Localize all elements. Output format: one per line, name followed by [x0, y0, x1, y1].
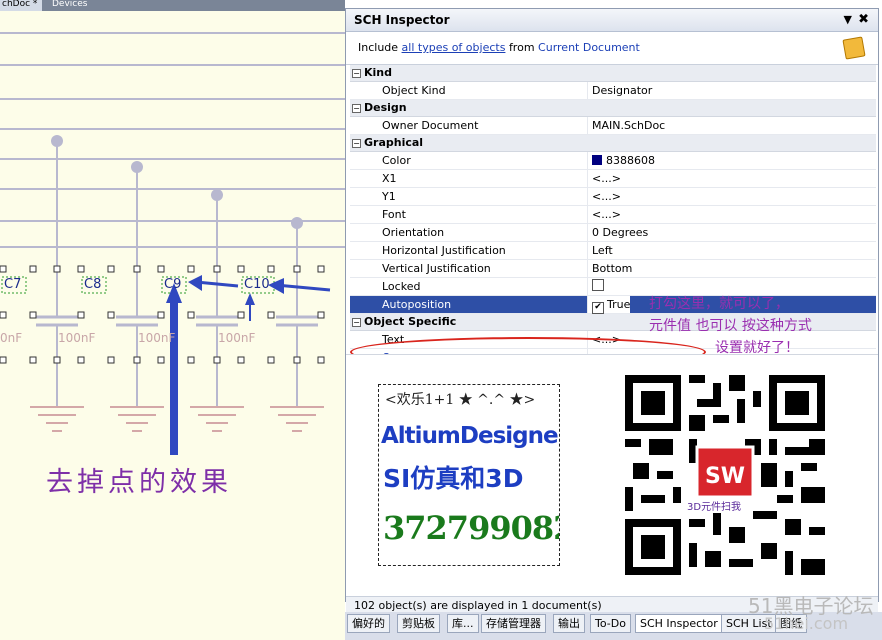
designator-c10[interactable]: C10 — [244, 277, 270, 292]
tab-output[interactable]: 输出 — [553, 614, 585, 633]
prop-name: X1 — [382, 172, 397, 185]
solidworks-logo-icon: SW — [695, 445, 755, 499]
annotation-line: 元件值 也可以 按这种方式 — [649, 318, 812, 334]
document-tab-bar: chDoc * Devices — [0, 0, 345, 11]
tab-clipboard[interactable]: 剪贴板 — [397, 614, 440, 633]
designator-c8[interactable]: C8 — [84, 277, 101, 292]
autoposition-checkbox[interactable]: ✔ — [592, 302, 604, 314]
value-c9[interactable]: 100nF — [138, 331, 175, 345]
prop-name: Horizontal Justification — [382, 244, 506, 257]
tab-devices[interactable]: Devices — [52, 0, 87, 11]
prop-value[interactable] — [587, 278, 607, 295]
prop-name: Autoposition — [382, 298, 452, 311]
prop-row-owner-document[interactable]: Owner Document MAIN.SchDoc — [350, 117, 876, 135]
prop-value[interactable]: <...> — [587, 188, 621, 205]
collapse-icon[interactable]: − — [352, 139, 361, 148]
watermark-url: 51hei.com — [764, 614, 849, 633]
prop-value[interactable]: Designator — [587, 82, 652, 99]
prop-value[interactable]: <...> — [587, 170, 621, 187]
prop-value[interactable]: <...> — [587, 206, 621, 223]
schematic-drawing — [0, 32, 345, 455]
value-c7[interactable]: 0nF — [0, 331, 22, 345]
prop-row-y1[interactable]: Y1 <...> — [350, 188, 876, 206]
category-kind[interactable]: − Kind — [350, 65, 876, 82]
include-text: Include all types of objects from Curren… — [358, 41, 640, 54]
include-filter-bar: Include all types of objects from Curren… — [346, 32, 878, 65]
prop-name: Font — [382, 208, 406, 221]
locked-checkbox[interactable] — [592, 279, 604, 291]
prop-row-vertical-justification[interactable]: Vertical Justification Bottom — [350, 260, 876, 278]
inspector-title: SCH Inspector — [354, 13, 450, 27]
annotation-line: 打勾这里，就可以了， — [649, 296, 789, 312]
prop-row-orientation[interactable]: Orientation 0 Degrees — [350, 224, 876, 242]
color-swatch[interactable] — [592, 155, 602, 165]
autoposition-value: True — [607, 298, 631, 311]
category-label: Object Specific — [364, 315, 457, 328]
scope-link[interactable]: all types of objects — [402, 41, 506, 54]
prop-name: Y1 — [382, 190, 396, 203]
property-grid: − Kind Object Kind Designator − Design Owne… — [350, 65, 876, 367]
category-design[interactable]: − Design — [350, 100, 876, 117]
prop-name: Owner Document — [382, 119, 479, 132]
status-text: 102 object(s) are displayed in 1 documen… — [354, 599, 602, 612]
collapse-icon[interactable]: − — [352, 318, 361, 327]
tab-todo[interactable]: To-Do — [590, 614, 631, 633]
promo-area: <欢乐1+1 ★ ^.^ ★> AltiumDesigner SI仿真和3D 3… — [346, 354, 878, 597]
promo-number: 372799082 — [383, 509, 560, 547]
include-label: Include — [358, 41, 399, 54]
promo-title: AltiumDesigner — [381, 423, 560, 449]
inspector-title-bar: SCH Inspector ▼ ✖ — [346, 9, 878, 32]
prop-value[interactable]: ✔ True — [587, 296, 631, 314]
category-graphical[interactable]: − Graphical — [350, 135, 876, 152]
from-label: from — [508, 41, 535, 54]
category-label: Graphical — [364, 136, 424, 149]
filter-icon[interactable] — [842, 36, 866, 60]
annotation-tip: 打勾这里，就可以了， 元件值 也可以 按这种方式 设置就好了！ — [649, 293, 812, 359]
promo-top-text: <欢乐1+1 ★ ^.^ ★> — [385, 392, 536, 408]
prop-name: Locked — [382, 280, 421, 293]
prop-name: Orientation — [382, 226, 445, 239]
color-value: 8388608 — [606, 154, 655, 167]
tab-schdoc[interactable]: chDoc * — [0, 0, 42, 11]
prop-name: Object Kind — [382, 84, 446, 97]
dropdown-arrow-icon[interactable]: ▼ — [844, 13, 852, 26]
tab-libraries[interactable]: 库... — [447, 614, 479, 633]
designator-c7[interactable]: C7 — [4, 277, 21, 292]
prop-row-object-kind[interactable]: Object Kind Designator — [350, 82, 876, 100]
value-c10[interactable]: 100nF — [218, 331, 255, 345]
prop-row-x1[interactable]: X1 <...> — [350, 170, 876, 188]
prop-row-horizontal-justification[interactable]: Horizontal Justification Left — [350, 242, 876, 260]
collapse-icon[interactable]: − — [352, 69, 361, 78]
value-c8[interactable]: 100nF — [58, 331, 95, 345]
tab-favorites[interactable]: 偏好的 — [347, 614, 390, 633]
promo-card: <欢乐1+1 ★ ^.^ ★> AltiumDesigner SI仿真和3D 3… — [378, 384, 560, 566]
qr-caption: 3D元件扫我 — [685, 498, 744, 513]
prop-row-font[interactable]: Font <...> — [350, 206, 876, 224]
tab-sch-inspector[interactable]: SCH Inspector — [635, 614, 723, 633]
prop-value[interactable]: 8388608 — [587, 152, 655, 169]
tab-storage-manager[interactable]: 存储管理器 — [481, 614, 546, 633]
prop-value[interactable]: 0 Degrees — [587, 224, 648, 241]
prop-name: Color — [382, 154, 411, 167]
sch-inspector-panel: SCH Inspector ▼ ✖ Include all types of o… — [345, 8, 879, 614]
badge-label: SW — [705, 464, 745, 489]
category-label: Kind — [364, 66, 392, 79]
prop-value[interactable]: Bottom — [587, 260, 632, 277]
prop-value[interactable]: MAIN.SchDoc — [587, 117, 665, 134]
close-icon[interactable]: ✖ — [858, 12, 869, 27]
annotation-remove-dots: 去掉点的效果 — [46, 467, 232, 498]
prop-name: Vertical Justification — [382, 262, 491, 275]
prop-value[interactable]: Left — [587, 242, 613, 259]
schematic-canvas[interactable]: chDoc * Devices C7 C8 C9 C10 0nF 100nF 1… — [0, 0, 345, 640]
category-label: Design — [364, 101, 407, 114]
prop-row-color[interactable]: Color 8388608 — [350, 152, 876, 170]
promo-subtitle: SI仿真和3D — [383, 464, 524, 493]
designator-c9[interactable]: C9 — [164, 277, 181, 292]
collapse-icon[interactable]: − — [352, 104, 361, 113]
source-link[interactable]: Current Document — [538, 41, 640, 54]
